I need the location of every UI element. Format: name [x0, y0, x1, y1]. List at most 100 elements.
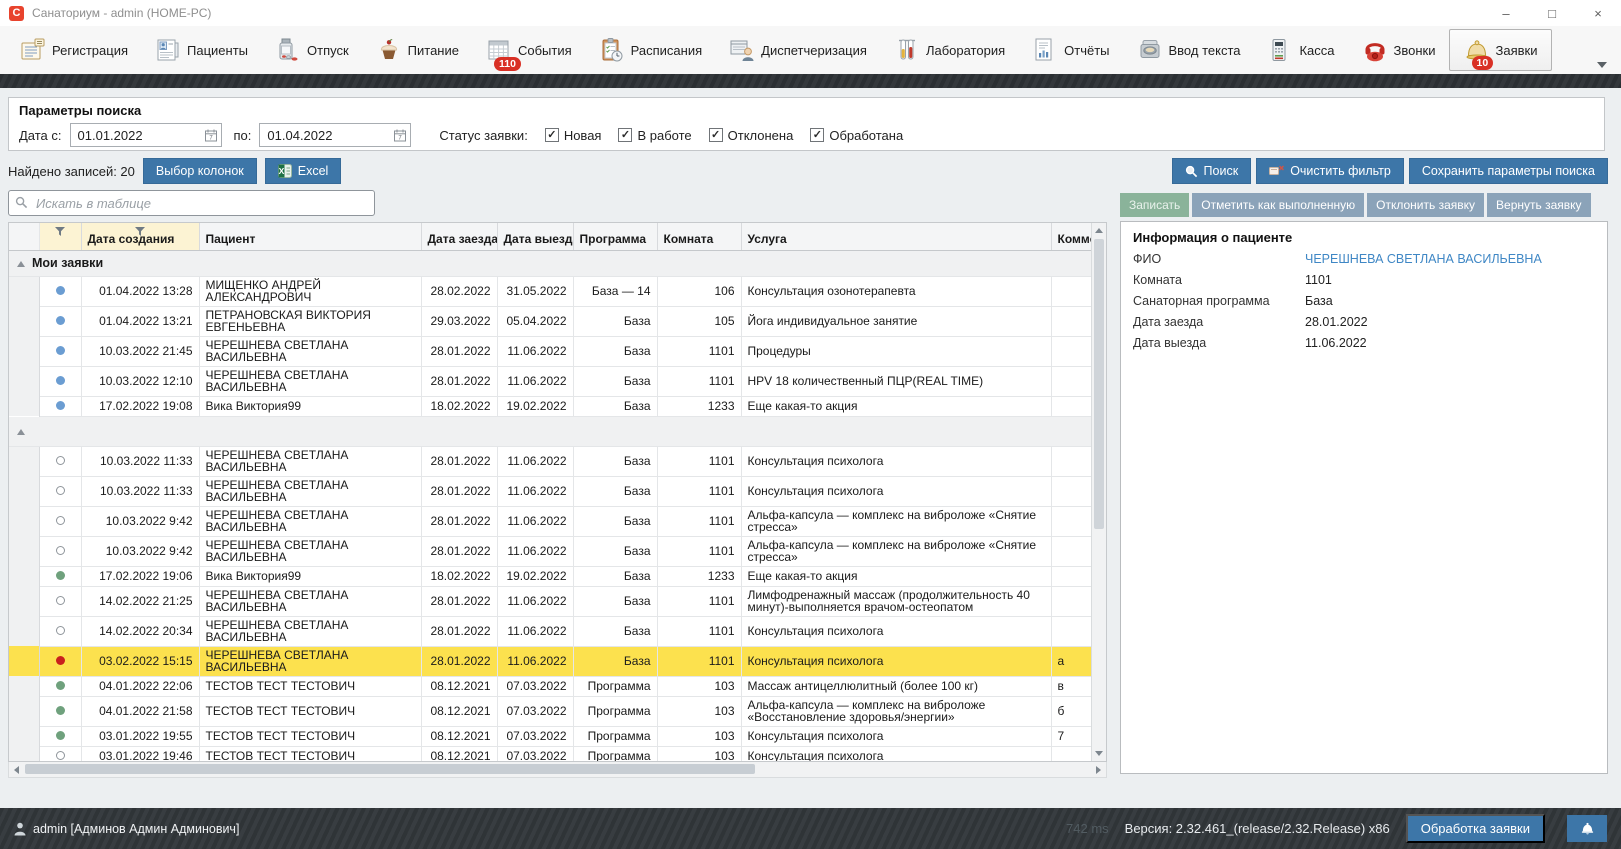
cell-program[interactable]: База [573, 566, 657, 586]
cell-patient[interactable]: Вика Виктория99 [199, 396, 421, 416]
table-row[interactable]: 04.01.2022 21:58ТЕСТОВ ТЕСТ ТЕСТОВИЧ08.1… [9, 696, 1093, 726]
cell-arrival[interactable]: 08.12.2021 [421, 746, 497, 762]
cell-room[interactable]: 106 [657, 276, 741, 306]
cell-departure[interactable]: 11.06.2022 [497, 506, 573, 536]
patient-name-link[interactable]: ЧЕРЕШНЕВА СВЕТЛАНА ВАСИЛЬЕВНА [1305, 252, 1542, 266]
cell-service[interactable]: Еще какая-то акция [741, 396, 1051, 416]
cell-created[interactable]: 03.01.2022 19:55 [81, 726, 199, 746]
cell-comment[interactable]: б [1051, 696, 1093, 726]
cell-comment[interactable] [1051, 746, 1093, 762]
toolbar-item-text-input[interactable]: Ввод текста [1123, 29, 1254, 71]
column-header-patient[interactable]: Пациент [199, 223, 421, 250]
clear-filter-button[interactable]: Очистить фильтр [1256, 158, 1404, 184]
cell-departure[interactable]: 11.06.2022 [497, 476, 573, 506]
cell-program[interactable]: Программа [573, 696, 657, 726]
scroll-up-arrow-icon[interactable] [1092, 223, 1106, 238]
toolbar-item-events[interactable]: События110 [472, 29, 585, 71]
cell-patient[interactable]: ЧЕРЕШНЕВА СВЕТЛАНА ВАСИЛЬЕВНА [199, 366, 421, 396]
cell-departure[interactable]: 19.02.2022 [497, 396, 573, 416]
cell-comment[interactable] [1051, 336, 1093, 366]
status-checkbox-2[interactable]: ✓В работе [618, 128, 691, 143]
cell-departure[interactable]: 11.06.2022 [497, 536, 573, 566]
toolbar-item-requests[interactable]: Заявки10 [1449, 29, 1552, 71]
cell-room[interactable]: 103 [657, 676, 741, 696]
table-row[interactable]: 17.02.2022 19:08Вика Виктория9918.02.202… [9, 396, 1093, 416]
column-header-comment[interactable]: Комментарий [1051, 223, 1093, 250]
horizontal-scrollbar[interactable] [8, 762, 1107, 778]
cell-program[interactable]: База [573, 646, 657, 676]
mark-done-button[interactable]: Отметить как выполненную [1192, 193, 1364, 217]
table-row[interactable]: 10.03.2022 9:42ЧЕРЕШНЕВА СВЕТЛАНА ВАСИЛЬ… [9, 536, 1093, 566]
cell-departure[interactable]: 07.03.2022 [497, 676, 573, 696]
toolbar-item-patients[interactable]: Пациенты [141, 29, 261, 71]
toolbar-item-vacation[interactable]: Отпуск [261, 29, 362, 71]
cell-room[interactable]: 105 [657, 306, 741, 336]
cell-service[interactable]: Альфа-капсула — комплекс на виброложе «С… [741, 536, 1051, 566]
column-header-arrival[interactable]: Дата заезда [421, 223, 497, 250]
cell-arrival[interactable]: 28.02.2022 [421, 276, 497, 306]
cell-status[interactable] [39, 566, 81, 586]
cell-arrival[interactable]: 28.01.2022 [421, 646, 497, 676]
cell-comment[interactable]: в [1051, 676, 1093, 696]
cell-departure[interactable]: 11.06.2022 [497, 616, 573, 646]
cell-room[interactable]: 1101 [657, 506, 741, 536]
table-row[interactable]: 01.04.2022 13:21ПЕТРАНОВСКАЯ ВИКТОРИЯ ЕВ… [9, 306, 1093, 336]
cell-created[interactable]: 04.01.2022 22:06 [81, 676, 199, 696]
toolbar-item-food[interactable]: Питание [362, 29, 472, 71]
date-from-input[interactable] [70, 123, 222, 147]
cell-comment[interactable]: 7 [1051, 726, 1093, 746]
cell-room[interactable]: 1101 [657, 366, 741, 396]
cell-comment[interactable] [1051, 506, 1093, 536]
group-header-row[interactable]: Мои заявки [9, 250, 1093, 276]
cell-patient[interactable]: ЧЕРЕШНЕВА СВЕТЛАНА ВАСИЛЬЕВНА [199, 336, 421, 366]
cell-patient[interactable]: МИЩЕНКО АНДРЕЙ АЛЕКСАНДРОВИЧ [199, 276, 421, 306]
status-checkbox-4[interactable]: ✓Обработана [810, 128, 903, 143]
cell-created[interactable]: 10.03.2022 11:33 [81, 446, 199, 476]
cell-patient[interactable]: ТЕСТОВ ТЕСТ ТЕСТОВИЧ [199, 696, 421, 726]
cell-program[interactable]: Программа [573, 676, 657, 696]
cell-room[interactable]: 103 [657, 746, 741, 762]
cell-comment[interactable] [1051, 446, 1093, 476]
cell-patient[interactable]: ЧЕРЕШНЕВА СВЕТЛАНА ВАСИЛЬЕВНА [199, 586, 421, 616]
cell-patient[interactable]: ЧЕРЕШНЕВА СВЕТЛАНА ВАСИЛЬЕВНА [199, 646, 421, 676]
cell-status[interactable] [39, 696, 81, 726]
cell-departure[interactable]: 19.02.2022 [497, 566, 573, 586]
table-row[interactable]: 14.02.2022 20:34ЧЕРЕШНЕВА СВЕТЛАНА ВАСИЛ… [9, 616, 1093, 646]
cell-program[interactable]: База [573, 306, 657, 336]
return-request-button[interactable]: Вернуть заявку [1487, 193, 1591, 217]
column-header-status[interactable] [39, 223, 81, 250]
cell-program[interactable]: База [573, 446, 657, 476]
table-row[interactable]: 10.03.2022 9:42ЧЕРЕШНЕВА СВЕТЛАНА ВАСИЛЬ… [9, 506, 1093, 536]
cell-service[interactable]: Консультация психолога [741, 446, 1051, 476]
cell-created[interactable]: 10.03.2022 9:42 [81, 536, 199, 566]
cell-room[interactable]: 103 [657, 696, 741, 726]
cell-created[interactable]: 14.02.2022 21:25 [81, 586, 199, 616]
column-header-gutter[interactable] [9, 223, 39, 250]
calendar-picker-icon[interactable]: 7 [205, 129, 217, 145]
cell-program[interactable]: База [573, 396, 657, 416]
cell-service[interactable]: Альфа-капсула — комплекс на виброложе «С… [741, 506, 1051, 536]
vertical-scrollbar[interactable] [1091, 223, 1106, 761]
collapse-triangle-icon[interactable] [17, 429, 25, 435]
scroll-down-arrow-icon[interactable] [1092, 746, 1106, 761]
cell-status[interactable] [39, 746, 81, 762]
excel-export-button[interactable]: X Excel [265, 158, 342, 184]
cell-comment[interactable] [1051, 586, 1093, 616]
table-row[interactable]: 10.03.2022 12:10ЧЕРЕШНЕВА СВЕТЛАНА ВАСИЛ… [9, 366, 1093, 396]
cell-room[interactable]: 1101 [657, 616, 741, 646]
cell-status[interactable] [39, 646, 81, 676]
cell-arrival[interactable]: 28.01.2022 [421, 586, 497, 616]
cell-service[interactable]: Консультация психолога [741, 646, 1051, 676]
cell-comment[interactable] [1051, 566, 1093, 586]
cell-program[interactable]: База [573, 476, 657, 506]
cell-created[interactable]: 10.03.2022 9:42 [81, 506, 199, 536]
cell-patient[interactable]: ТЕСТОВ ТЕСТ ТЕСТОВИЧ [199, 726, 421, 746]
cell-created[interactable]: 10.03.2022 11:33 [81, 476, 199, 506]
date-to-input[interactable] [259, 123, 411, 147]
cell-program[interactable]: База — 14 [573, 276, 657, 306]
cell-departure[interactable]: 11.06.2022 [497, 586, 573, 616]
cell-program[interactable]: База [573, 336, 657, 366]
cell-room[interactable]: 1101 [657, 536, 741, 566]
maximize-button[interactable]: □ [1529, 0, 1575, 26]
cell-service[interactable]: Консультация озонотерапевта [741, 276, 1051, 306]
